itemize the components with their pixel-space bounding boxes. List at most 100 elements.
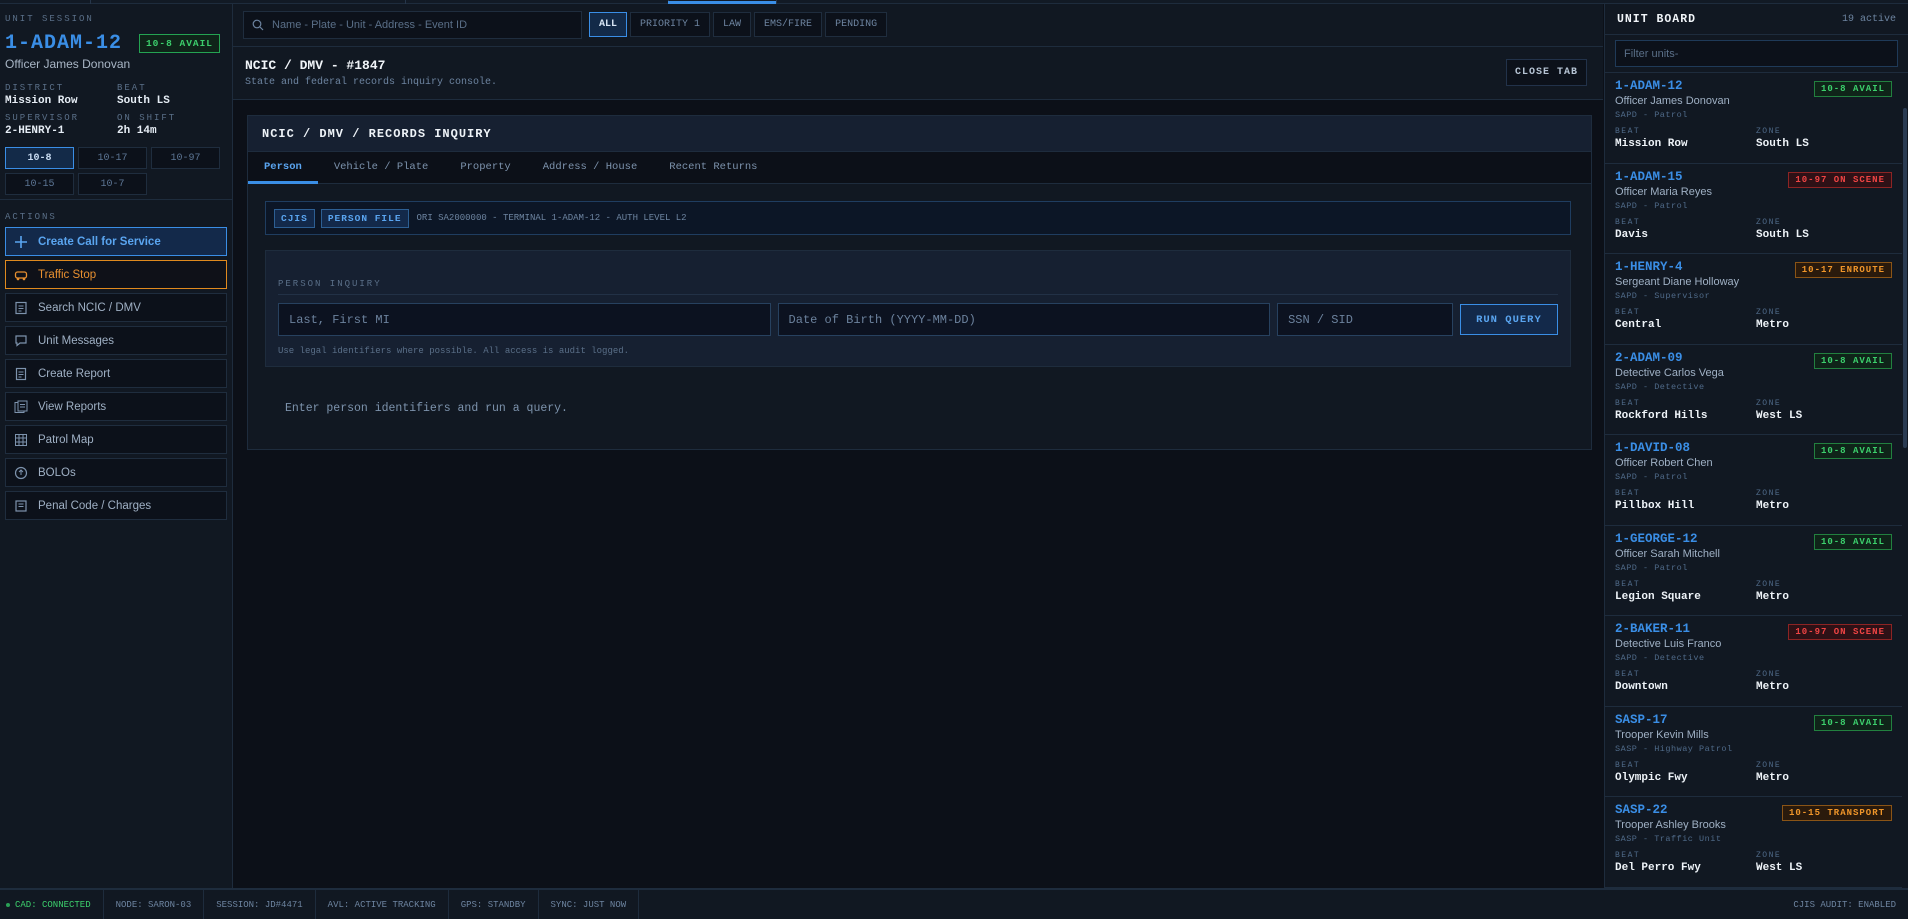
close-tab-button[interactable]: CLOSE TAB [1505, 59, 1587, 86]
tab-header: NCIC / DMV - #1847 State and federal rec… [233, 47, 1603, 100]
search-bar: Name - Plate - Unit - Address - Event ID… [233, 4, 1603, 47]
left-sidebar: UNIT SESSION 1-ADAM-12 10-8 AVAIL Office… [0, 4, 233, 888]
tab-vehicle-plate[interactable]: Vehicle / Plate [318, 152, 445, 183]
action-patrol-map[interactable]: Patrol Map [5, 425, 227, 454]
unit-beat: Central [1615, 319, 1662, 331]
document-icon [15, 301, 27, 314]
unit-beat: Downtown [1615, 681, 1668, 693]
unit-card[interactable]: 1-ADAM-12 Officer James Donovan SAPD - Pat… [1605, 73, 1902, 164]
unit-agency: SAPD - Supervisor [1615, 291, 1711, 301]
zone-label: ZONE [1756, 127, 1782, 136]
filter-units-input[interactable]: Filter units- [1615, 40, 1898, 67]
records-inquiry-panel: NCIC / DMV / RECORDS INQUIRY Person Vehic… [247, 115, 1592, 450]
active-count: 19 active [1841, 13, 1896, 25]
unit-card[interactable]: 1-ADAM-15 Officer Maria Reyes SAPD - Patro… [1605, 164, 1902, 254]
filter-priority-1[interactable]: PRIORITY 1 [630, 12, 711, 37]
status-text: SYNC: JUST NOW [550, 899, 627, 910]
field-label: DISTRICT [5, 83, 65, 93]
action-penal-code-charges[interactable]: Penal Code / Charges [5, 491, 227, 520]
unit-details: BEAT ZONE Central Metro [1615, 308, 1892, 331]
status-code-button[interactable]: 10-17 [78, 147, 147, 169]
status-code-button[interactable]: 10-8 [5, 147, 74, 169]
session-field: ON SHIFT 2h 14m [117, 113, 227, 137]
status-text: GPS: STANDBY [460, 899, 526, 910]
empty-state-message: Enter person identifiers and run a query… [285, 402, 568, 415]
action-bolos[interactable]: BOLOs [5, 458, 227, 487]
unit-card[interactable]: 2-ADAM-09 Detective Carlos Vega SAPD - Det… [1605, 345, 1902, 435]
unit-card[interactable]: SASP-17 Trooper Kevin Mills SASP - Highway… [1605, 707, 1902, 797]
tab-address-house[interactable]: Address / House [527, 152, 654, 183]
session-fields: DISTRICT Mission Row BEAT South LS SUPERVISO… [5, 83, 227, 137]
status-item: CAD: CONNECTED [0, 890, 104, 919]
status-bar: CAD: CONNECTED NODE: SARON-03 SESSION: JD#… [0, 888, 1908, 919]
action-view-reports[interactable]: View Reports [5, 392, 227, 421]
unit-beat: Olympic Fwy [1615, 771, 1688, 784]
filter-ems-fire[interactable]: EMS/FIRE [754, 12, 823, 37]
tab-recent-returns[interactable]: Recent Returns [653, 152, 773, 183]
unit-card[interactable]: 1-DAVID-08 Officer Robert Chen SAPD - Patr… [1605, 435, 1902, 526]
unit-agency: SASP - Highway Patrol [1615, 743, 1733, 754]
unit-status-badge: 10-8 AVAIL [1813, 714, 1892, 731]
unit-details: BEAT ZONE Mission Row South LS [1615, 127, 1892, 150]
unit-card[interactable]: 1-GEORGE-12 Officer Sarah Mitchell SAPD - … [1605, 526, 1902, 616]
status-code-button[interactable]: 10-97 [151, 147, 220, 169]
actions-section: ACTIONS Create Call for Service Traffic S… [0, 200, 232, 532]
unit-zone: South LS [1756, 138, 1809, 150]
unit-details: BEAT ZONE Rockford Hills West LS [1615, 399, 1892, 422]
unit-details: BEAT ZONE Legion Square Metro [1615, 580, 1892, 603]
filter-pending[interactable]: PENDING [825, 12, 888, 37]
beat-label: BEAT [1615, 127, 1641, 136]
status-item: SYNC: JUST NOW [539, 890, 640, 919]
unit-card[interactable]: 2-BAKER-11 Detective Luis Franco SAPD - De… [1605, 616, 1902, 707]
book-icon [15, 499, 27, 512]
action-create-call-for-service[interactable]: Create Call for Service [5, 227, 227, 256]
unit-beat: Del Perro Fwy [1615, 862, 1701, 874]
tab-property[interactable]: Property [444, 152, 526, 183]
status-code-button[interactable]: 10-15 [5, 173, 74, 195]
unit-list-scrollbar[interactable] [1903, 108, 1907, 448]
message-icon [15, 334, 27, 347]
unit-zone: Metro [1756, 319, 1790, 331]
dob-input[interactable]: Date of Birth (YYYY-MM-DD) [777, 303, 1271, 336]
page-title: NCIC / DMV - #1847 [245, 58, 386, 73]
unit-card[interactable]: SASP-22 Trooper Ashley Brooks SASP - Traff… [1605, 797, 1902, 888]
session-field: BEAT South LS [117, 83, 227, 107]
status-text: AVL: ACTIVE TRACKING [327, 899, 436, 910]
unit-card[interactable]: 1-HENRY-4 Sergeant Diane Holloway SAPD - S… [1605, 254, 1902, 345]
unit-status-badge: 10-8 AVAIL [1813, 443, 1892, 459]
unit-beat: Rockford Hills [1615, 409, 1708, 422]
unit-zone: South LS [1756, 228, 1809, 241]
name-input[interactable]: Last, First MI [278, 303, 771, 336]
action-traffic-stop[interactable]: Traffic Stop [5, 260, 227, 289]
unit-status-badge: 10-97 ON SCENE [1788, 171, 1892, 188]
plus-icon [15, 235, 27, 248]
unit-agency: SAPD - Patrol [1615, 200, 1688, 211]
action-create-report[interactable]: Create Report [5, 359, 227, 388]
tab-person[interactable]: Person [248, 152, 318, 184]
filter-all[interactable]: ALL [589, 12, 628, 37]
status-item: AVL: ACTIVE TRACKING [316, 890, 449, 919]
status-item: SESSION: JD#4471 [204, 890, 316, 919]
action-unit-messages[interactable]: Unit Messages [5, 326, 227, 355]
ori-terminal-info: ORI SA2000000 - TERMINAL 1-ADAM-12 - AUT… [416, 213, 687, 223]
action-label: Create Report [38, 367, 111, 380]
status-item: NODE: SARON-03 [104, 890, 205, 919]
global-search-input[interactable]: Name - Plate - Unit - Address - Event ID [243, 11, 582, 39]
unit-status-badge: 10-8 AVAIL [1813, 81, 1892, 97]
unit-board-title: UNIT BOARD [1617, 12, 1697, 26]
unit-zone: West LS [1756, 862, 1803, 874]
page-subtitle: State and federal records inquiry consol… [245, 77, 498, 88]
action-search-ncic-dmv[interactable]: Search NCIC / DMV [5, 293, 227, 322]
filter-law[interactable]: LAW [713, 12, 752, 37]
action-label: Create Call for Service [38, 235, 161, 248]
run-query-button[interactable]: RUN QUERY [1459, 304, 1558, 335]
unit-beat: Pillbox Hill [1615, 500, 1695, 512]
ssn-input[interactable]: SSN / SID [1277, 303, 1453, 336]
status-code-button[interactable]: 10-7 [78, 173, 147, 195]
person-inquiry-label: PERSON INQUIRY [278, 279, 1558, 295]
unit-agency: SAPD - Patrol [1615, 110, 1688, 120]
unit-agency: SAPD - Patrol [1615, 562, 1688, 573]
action-label: Traffic Stop [38, 268, 97, 281]
zone-label: ZONE [1756, 579, 1782, 589]
unit-status-badge: 10-8 AVAIL [1813, 352, 1892, 369]
